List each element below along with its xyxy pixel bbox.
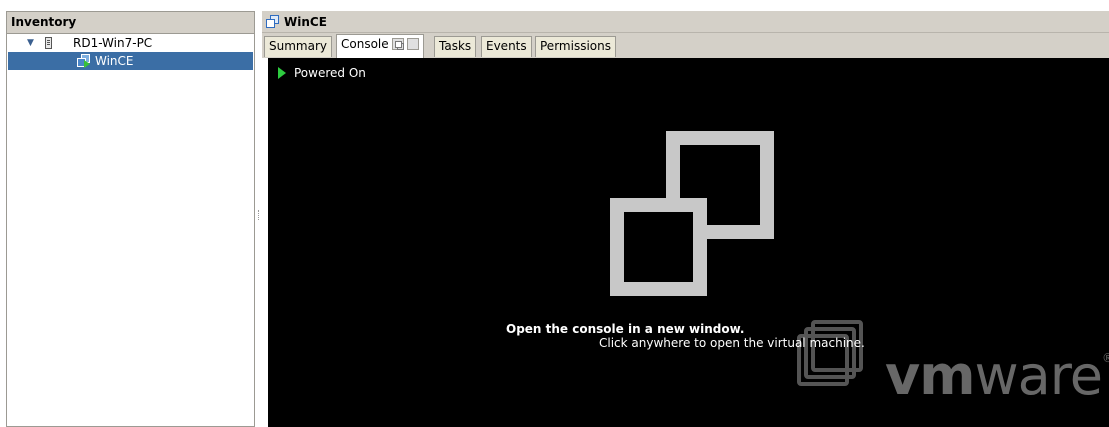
tab-bar: Summary Console Tasks Events Permissions: [262, 33, 1109, 58]
popout-console-icon[interactable]: [391, 38, 404, 50]
fullscreen-icon[interactable]: [406, 38, 419, 50]
vm-label: WinCE: [95, 54, 134, 68]
panel-splitter-handle[interactable]: [258, 210, 260, 220]
tree-item-host[interactable]: ▼ RD1-Win7-PC: [7, 34, 254, 52]
tab-console[interactable]: Console: [336, 34, 424, 58]
power-on-icon: [278, 67, 286, 79]
tab-console-label: Console: [341, 37, 389, 51]
inventory-header: Inventory: [7, 12, 254, 34]
vm-title-bar: WinCE: [262, 11, 1109, 33]
console-area[interactable]: Powered On Open the console in a new win…: [268, 58, 1109, 427]
expand-caret-icon[interactable]: ▼: [27, 34, 34, 52]
vm-title: WinCE: [284, 15, 327, 29]
vm-panel: WinCE Summary Console Tasks Events Permi…: [262, 11, 1109, 427]
server-icon: [45, 37, 52, 49]
tab-summary[interactable]: Summary: [264, 36, 332, 57]
tab-events[interactable]: Events: [481, 36, 532, 57]
host-label: RD1-Win7-PC: [73, 36, 153, 50]
tab-permissions[interactable]: Permissions: [535, 36, 616, 57]
vm-powered-on-icon: [77, 54, 91, 68]
open-console-message[interactable]: Open the console in a new window.: [506, 322, 744, 336]
open-console-hint: Click anywhere to open the virtual machi…: [599, 336, 865, 350]
virtual-machine-icon: [266, 15, 280, 29]
power-state-label: Powered On: [294, 66, 366, 80]
tab-tasks[interactable]: Tasks: [434, 36, 477, 57]
tree-item-vm[interactable]: WinCE: [8, 52, 253, 70]
open-console-icon[interactable]: [610, 131, 774, 297]
power-state: Powered On: [278, 66, 366, 80]
inventory-panel: Inventory ▼ RD1-Win7-PC WinCE: [6, 11, 255, 427]
vmware-logo-icon: [797, 320, 865, 390]
vmware-logo: vmware®: [885, 344, 1109, 407]
